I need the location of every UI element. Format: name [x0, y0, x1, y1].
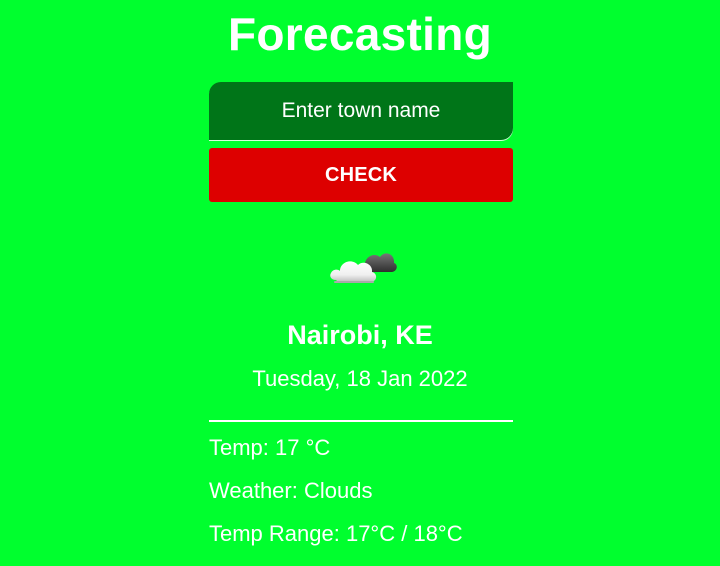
forecast-date: Tuesday, 18 Jan 2022 — [252, 366, 468, 391]
weather-condition: Weather: Clouds — [209, 478, 373, 503]
check-button[interactable]: CHECK — [209, 148, 513, 202]
temperature: Temp: 17 °C — [209, 435, 331, 460]
location-name: Nairobi, KE — [287, 320, 433, 350]
cloud-icon — [328, 242, 398, 288]
town-search-input[interactable] — [209, 82, 513, 140]
divider — [209, 420, 513, 422]
temperature-range: Temp Range: 17°C / 18°C — [209, 521, 463, 546]
search-box[interactable] — [209, 82, 513, 140]
page-title: Forecasting — [227, 8, 493, 60]
